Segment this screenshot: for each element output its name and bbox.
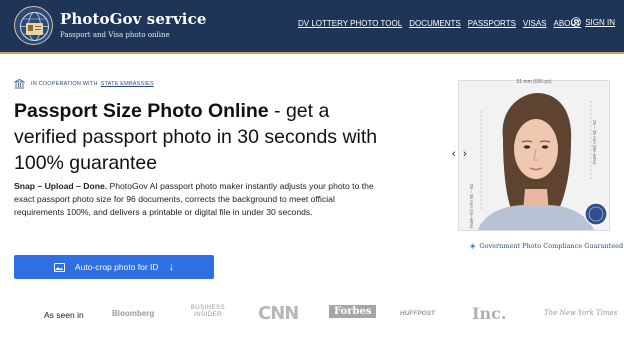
- cooperation-badge: IN COOPERATION WITH STATE EMBASSIES: [14, 79, 154, 89]
- carousel-next-icon[interactable]: ›: [463, 148, 467, 160]
- compliance-badge: ◈ Government Photo Compliance Guaranteed: [470, 242, 623, 250]
- huffpost-logo: HUFFPOST: [400, 310, 436, 317]
- embassy-icon: [14, 79, 25, 89]
- logo-icon[interactable]: [14, 6, 53, 45]
- main-nav: DV LOTTERY PHOTO TOOL DOCUMENTS PASSPORT…: [298, 19, 581, 28]
- headline-bold: Passport Size Photo Online: [14, 100, 269, 122]
- compliance-label: Government Photo Compliance Guaranteed: [479, 242, 624, 250]
- carousel-prev-icon[interactable]: ‹: [452, 148, 456, 160]
- as-seen-in-label: As seen in: [44, 310, 84, 320]
- hero-description: Snap – Upload – Done. PhotoGov AI passpo…: [14, 180, 384, 219]
- nav-documents[interactable]: DOCUMENTS: [409, 19, 461, 28]
- brand-title[interactable]: PhotoGov service: [60, 10, 206, 28]
- nav-dv-lottery[interactable]: DV LOTTERY PHOTO TOOL: [298, 19, 402, 28]
- bloomberg-logo: Bloomberg: [112, 309, 155, 318]
- nav-visas[interactable]: VISAS: [523, 19, 547, 28]
- photo-width-dimension: 51 mm (600 px): [516, 79, 552, 85]
- desc-bold: Snap – Upload – Done.: [14, 181, 108, 191]
- shield-icon: ◈: [470, 242, 476, 250]
- image-icon: [53, 262, 65, 272]
- site-header: PhotoGov service Passport and Visa photo…: [0, 0, 624, 54]
- page-title: Passport Size Photo Online - get a verif…: [14, 98, 394, 176]
- nyt-logo: The New York Times: [544, 309, 618, 317]
- sign-in-label: SIGN IN: [585, 17, 615, 27]
- brand-subtitle: Passport and Visa photo online: [60, 31, 170, 39]
- sign-in-link[interactable]: SIGN IN: [571, 17, 615, 27]
- user-icon: [571, 17, 582, 27]
- state-embassies-link[interactable]: STATE EMBASSIES: [101, 81, 154, 87]
- portrait-photo: [458, 80, 610, 231]
- arrow-down-icon: ↓: [168, 261, 175, 273]
- auto-crop-button[interactable]: Auto-crop photo for ID ↓: [14, 255, 214, 279]
- inc-logo: Inc.: [472, 304, 507, 323]
- cnn-logo: CNN: [258, 303, 299, 324]
- business-insider-logo: BUSINESS INSIDER: [190, 305, 226, 318]
- photo-height-dimension-left: 25 – 35 mm (16–60%): [469, 184, 474, 229]
- auto-crop-label: Auto-crop photo for ID: [74, 262, 159, 272]
- coop-prefix: IN COOPERATION WITH: [31, 81, 98, 87]
- nav-passports[interactable]: PASSPORTS: [468, 19, 516, 28]
- forbes-logo: Forbes: [329, 305, 377, 318]
- photo-height-dimension-right: 25 – 35 mm (50–60%): [592, 120, 597, 165]
- passport-photo-example: [458, 80, 610, 231]
